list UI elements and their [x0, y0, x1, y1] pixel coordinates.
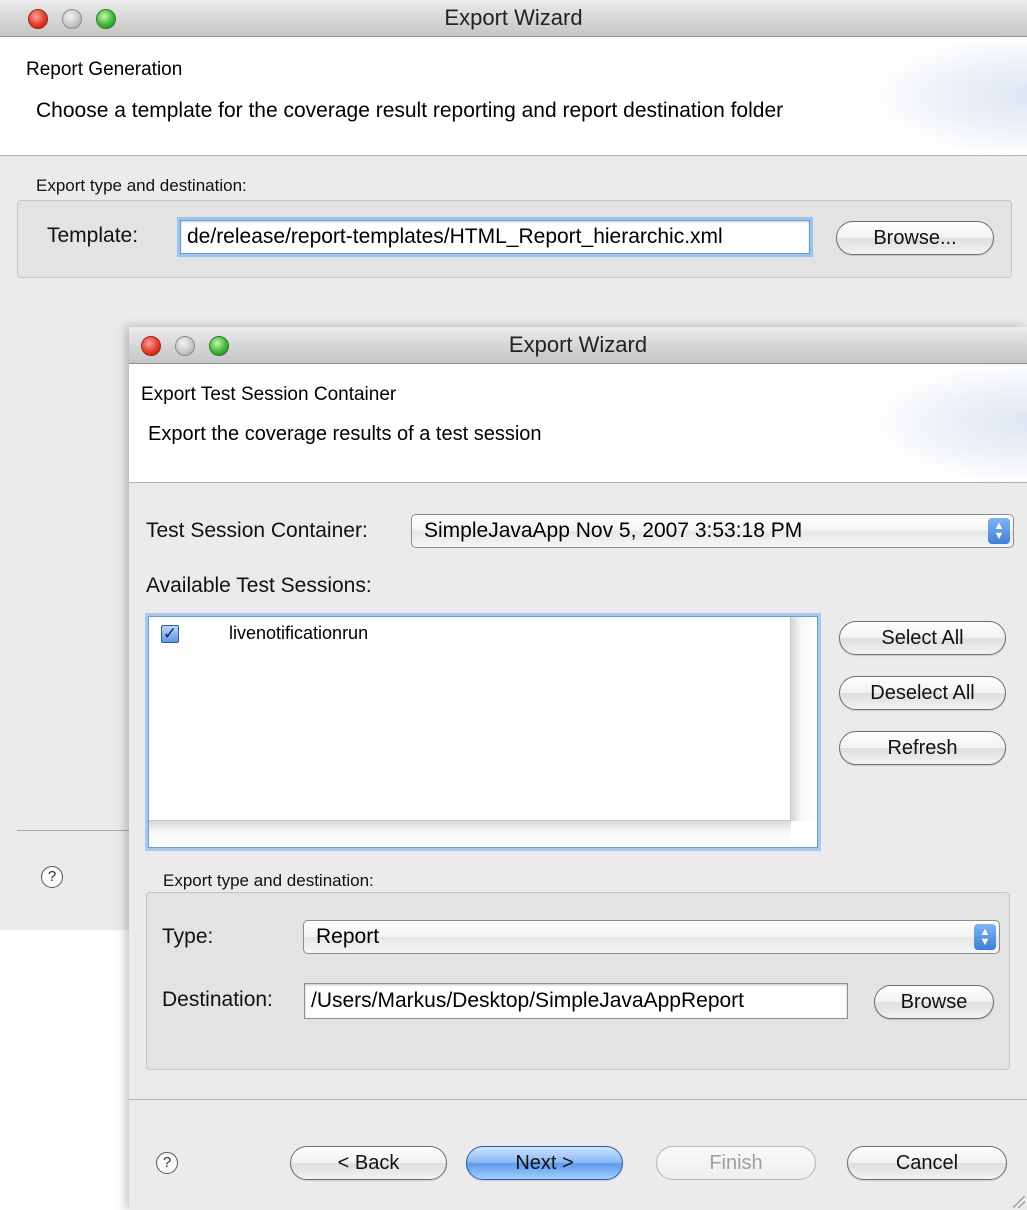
page-title: Report Generation — [26, 59, 183, 80]
front-window: Export Wizard Export Test Session Contai… — [129, 327, 1027, 1210]
group-label: Export type and destination: — [36, 176, 247, 195]
type-select[interactable]: Report ▲ ▼ — [303, 920, 1000, 954]
horizontal-scrollbar[interactable] — [149, 820, 791, 847]
page-description: Choose a template for the coverage resul… — [36, 99, 784, 122]
header-decoration — [877, 37, 1027, 155]
type-label: Type: — [162, 925, 214, 948]
vertical-scrollbar[interactable] — [790, 617, 817, 821]
help-icon[interactable]: ? — [41, 866, 63, 888]
session-label: livenotificationrun — [229, 623, 369, 643]
finish-button: Finish — [656, 1146, 816, 1180]
type-select-value: Report — [316, 925, 380, 948]
page-title: Export Test Session Container — [141, 384, 397, 405]
checkbox-checked-icon[interactable]: ✓ — [161, 625, 179, 643]
bottom-separator — [17, 830, 129, 831]
destination-label: Destination: — [162, 988, 273, 1011]
window-title: Export Wizard — [508, 332, 648, 357]
next-button[interactable]: Next > — [466, 1146, 623, 1180]
back-window-titlebar[interactable]: Export Wizard — [0, 0, 1027, 37]
refresh-button[interactable]: Refresh — [839, 731, 1006, 765]
window-title: Export Wizard — [444, 5, 583, 30]
header-decoration — [877, 364, 1027, 482]
select-all-button[interactable]: Select All — [839, 621, 1006, 655]
front-window-titlebar[interactable]: Export Wizard — [129, 327, 1027, 364]
help-icon[interactable]: ? — [156, 1152, 178, 1174]
select-arrows-icon: ▲ ▼ — [974, 924, 996, 950]
export-group-box: Template: de/release/report-templates/HT… — [17, 200, 1012, 278]
destination-browse-button[interactable]: Browse — [874, 985, 994, 1019]
front-window-body: Test Session Container: SimpleJavaApp No… — [129, 483, 1027, 1210]
container-label: Test Session Container: — [146, 519, 368, 542]
page-description: Export the coverage results of a test se… — [148, 423, 542, 445]
export-group-label: Export type and destination: — [163, 871, 374, 890]
list-item[interactable]: ✓ livenotificationrun — [161, 623, 781, 647]
available-sessions-label: Available Test Sessions: — [146, 574, 372, 597]
template-label: Template: — [47, 224, 139, 247]
sessions-list[interactable]: ✓ livenotificationrun — [148, 616, 818, 848]
deselect-all-button[interactable]: Deselect All — [839, 676, 1006, 710]
destination-input[interactable]: /Users/Markus/Desktop/SimpleJavaAppRepor… — [304, 983, 848, 1019]
resize-grip-icon[interactable] — [1013, 1196, 1025, 1208]
back-button[interactable]: < Back — [290, 1146, 447, 1180]
cancel-button[interactable]: Cancel — [847, 1146, 1007, 1180]
back-window-header: Report Generation Choose a template for … — [0, 37, 1027, 155]
template-input[interactable]: de/release/report-templates/HTML_Report_… — [180, 220, 810, 254]
browse-button[interactable]: Browse... — [836, 221, 994, 255]
export-group-box: Type: Report ▲ ▼ Destination: /Users/Mark… — [146, 892, 1010, 1070]
select-arrows-icon: ▲ ▼ — [988, 518, 1010, 544]
container-select[interactable]: SimpleJavaApp Nov 5, 2007 3:53:18 PM ▲ ▼ — [411, 514, 1014, 548]
front-window-header: Export Test Session Container Export the… — [129, 364, 1027, 482]
bottom-separator — [129, 1099, 1027, 1100]
container-select-value: SimpleJavaApp Nov 5, 2007 3:53:18 PM — [424, 519, 803, 542]
